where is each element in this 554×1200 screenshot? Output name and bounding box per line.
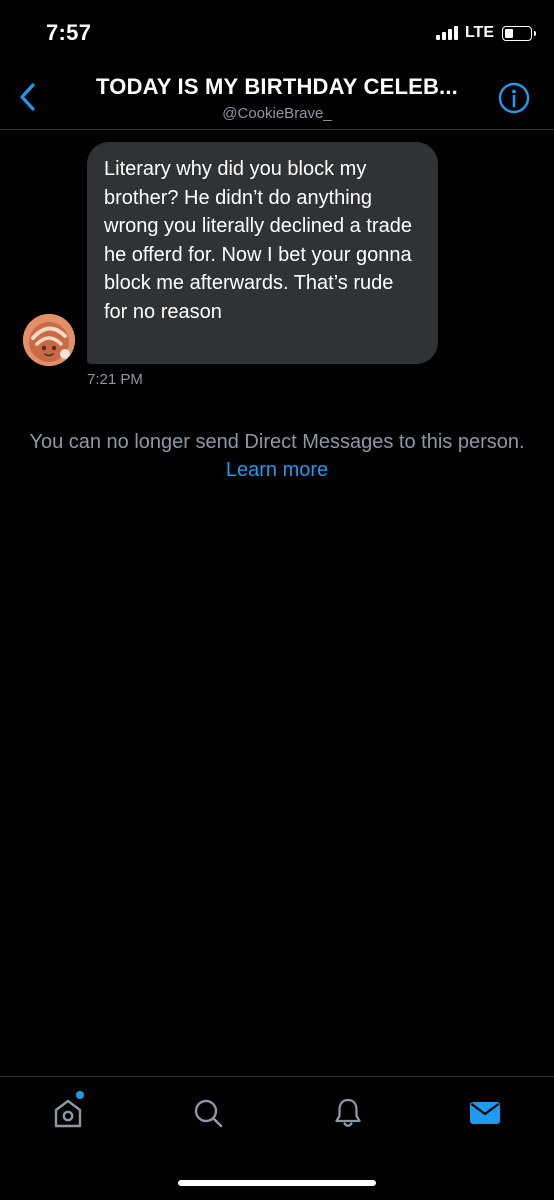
blocked-notice-text: You can no longer send Direct Messages t…	[29, 431, 525, 453]
conversation-handle[interactable]: @CookieBrave_	[62, 105, 492, 122]
battery-icon	[502, 25, 536, 41]
status-bar: 7:57 LTE	[0, 0, 554, 60]
mail-icon	[470, 1102, 500, 1124]
search-icon	[194, 1099, 223, 1128]
blocked-notice: You can no longer send Direct Messages t…	[20, 428, 534, 484]
home-notification-dot	[76, 1091, 84, 1099]
status-time: 7:57	[46, 20, 92, 45]
nav-notifications-button[interactable]	[330, 1095, 366, 1131]
bell-icon	[335, 1098, 361, 1127]
nav-messages-button[interactable]	[467, 1095, 503, 1131]
info-icon	[498, 82, 530, 114]
learn-more-link[interactable]: Learn more	[226, 459, 328, 481]
status-indicators: LTE	[435, 24, 536, 42]
nav-search-button[interactable]	[190, 1095, 226, 1131]
back-button[interactable]	[14, 80, 44, 114]
chevron-left-icon	[20, 83, 35, 111]
message-bubble[interactable]: Literary why did you block my brother? H…	[87, 142, 438, 364]
avatar[interactable]	[23, 314, 75, 366]
home-icon	[54, 1099, 82, 1128]
conversation-header: TODAY IS MY BIRTHDAY CELEB... @CookieBra…	[0, 60, 554, 130]
signal-strength-icon	[435, 26, 458, 40]
avatar-image	[23, 314, 75, 366]
nav-home-button[interactable]	[50, 1095, 86, 1131]
conversation-title[interactable]: TODAY IS MY BIRTHDAY CELEB...	[62, 74, 492, 100]
home-indicator	[178, 1180, 376, 1186]
info-button[interactable]	[498, 82, 530, 114]
message-timestamp: 7:21 PM	[87, 371, 143, 388]
network-type: LTE	[464, 24, 494, 41]
